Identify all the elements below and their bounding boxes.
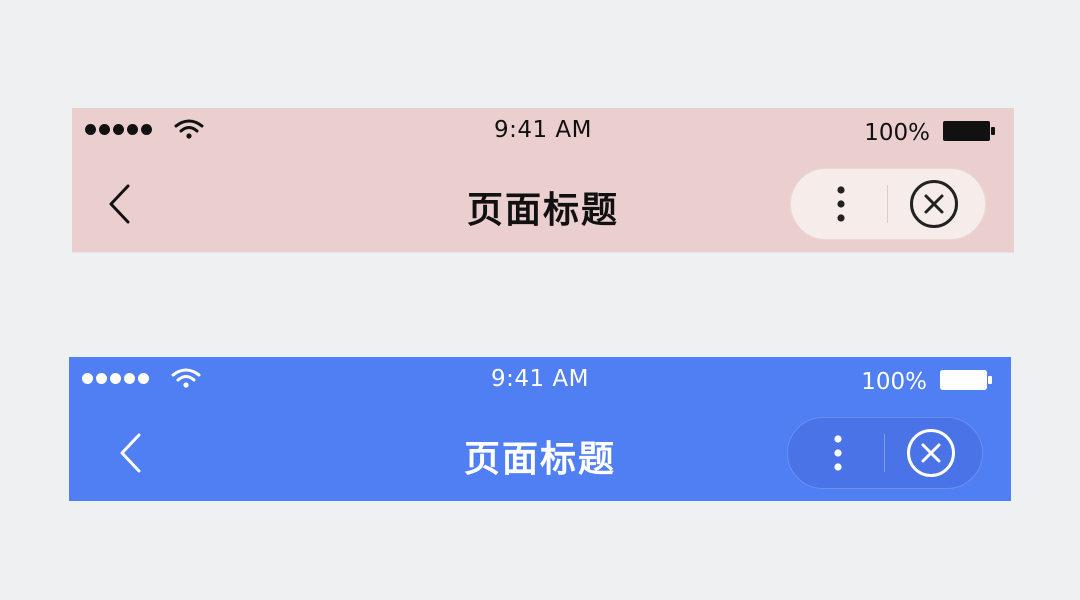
battery-percentage: 100% xyxy=(861,369,927,395)
close-circle-icon[interactable] xyxy=(904,426,958,480)
status-bar: 9:41 AM 100% xyxy=(69,357,1011,405)
more-options-icon[interactable] xyxy=(806,418,870,488)
menu-capsule xyxy=(790,168,986,240)
light-navigation-bar: 9:41 AM 100% 页面标题 xyxy=(72,108,1014,253)
battery-icon xyxy=(940,370,992,390)
navigation-bar: 页面标题 xyxy=(72,156,1014,252)
navigation-bar: 页面标题 xyxy=(69,405,1011,501)
menu-capsule xyxy=(787,417,983,489)
more-options-icon[interactable] xyxy=(809,169,873,239)
capsule-divider xyxy=(887,185,888,223)
battery-percentage: 100% xyxy=(864,120,930,146)
dark-navigation-bar: 9:41 AM 100% 页面标题 xyxy=(69,357,1011,501)
status-bar: 9:41 AM 100% xyxy=(72,108,1014,156)
battery-icon xyxy=(943,121,995,141)
capsule-divider xyxy=(884,434,885,472)
close-circle-icon[interactable] xyxy=(907,177,961,231)
